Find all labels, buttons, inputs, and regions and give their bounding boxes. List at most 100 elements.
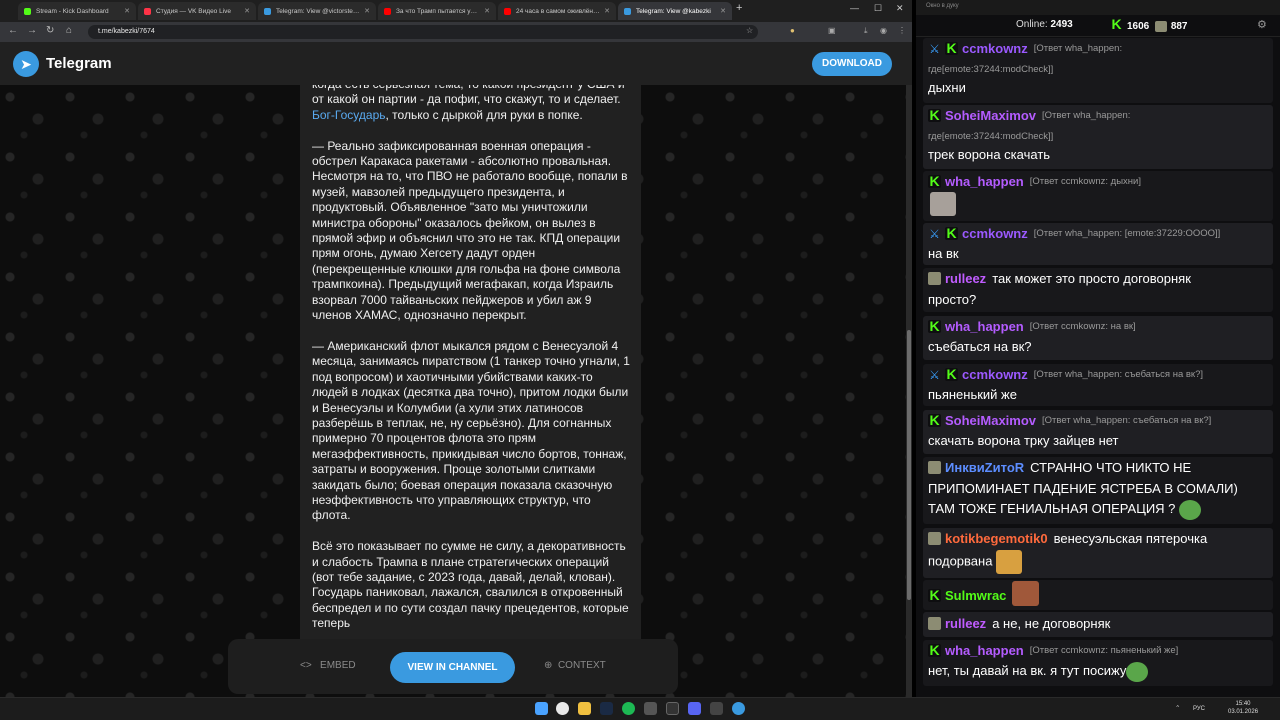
app-icon[interactable] [644, 702, 657, 715]
scrollbar-thumb[interactable] [907, 330, 911, 600]
username[interactable]: ccmkownz [962, 367, 1028, 382]
tray-icons[interactable]: ⌃ [1175, 704, 1180, 712]
chat-message: K SoheiMaximov [Ответ wha_happen: съебатьс… [923, 410, 1273, 454]
obs-icon[interactable] [666, 702, 679, 715]
spotify-icon[interactable] [622, 702, 635, 715]
kick-icon: K [1110, 16, 1123, 32]
message-text: ПРИПОМИНАЕТ ПАДЕНИЕ ЯСТРЕБА В СОМАЛИ) [928, 481, 1238, 496]
message-text: просто? [928, 292, 977, 307]
username[interactable]: kotikbegemotik0 [945, 531, 1048, 546]
language-indicator[interactable]: РУС [1193, 706, 1205, 712]
explorer-icon[interactable] [578, 702, 591, 715]
hashtag-link[interactable]: Бог-Государь [312, 108, 386, 122]
kick-badge-icon: K [945, 225, 958, 241]
username[interactable]: rulleez [945, 271, 986, 286]
username[interactable]: rulleez [945, 616, 986, 631]
kick-badge-icon: K [928, 107, 941, 123]
telegram-icon [264, 7, 271, 15]
message-text: ТАМ ТОЖЕ ГЕНИАЛЬНАЯ ОПЕРАЦИЯ ? [928, 499, 1202, 520]
username[interactable]: SoheiMaximov [945, 413, 1036, 428]
kick-badge-icon: K [928, 412, 941, 428]
clock[interactable]: 15:40 03.01.2026 [1228, 700, 1258, 716]
username[interactable]: ccmkownz [962, 226, 1028, 241]
close-tab-icon[interactable]: ✕ [364, 7, 370, 15]
tab-vk-studio[interactable]: Студия — VK Видео Live ✕ [138, 2, 256, 20]
username[interactable]: ccmkownz [962, 41, 1028, 56]
kick-badge-icon: K [928, 173, 941, 189]
pepe-emote-icon [1126, 661, 1149, 682]
view-in-channel-button[interactable]: VIEW IN CHANNEL [390, 652, 515, 683]
start-icon[interactable] [535, 702, 548, 715]
download-button[interactable]: DOWNLOAD [812, 52, 892, 76]
close-tab-icon[interactable]: ✕ [124, 7, 130, 15]
username[interactable]: Sulmwrac [945, 588, 1006, 603]
close-tab-icon[interactable]: ✕ [244, 7, 250, 15]
url-input[interactable]: t.me/kabezki/7674 [88, 25, 758, 39]
emote-image [996, 550, 1023, 574]
settings-gear-icon[interactable]: ⚙ [1257, 18, 1267, 31]
chat-message: K Sulmwrac [923, 580, 1273, 610]
reload-icon[interactable]: ↻ [46, 25, 54, 36]
message-text: венесуэльская пятерочка [1053, 531, 1208, 546]
username[interactable]: SoheiMaximov [945, 108, 1036, 123]
paragraph: Всё это показывает по сумме не силу, а д… [312, 539, 629, 631]
telegram-icon[interactable] [732, 702, 745, 715]
discord-icon[interactable] [688, 702, 701, 715]
bookmark-star-icon[interactable]: ☆ [746, 26, 753, 35]
chrome-icon[interactable] [556, 702, 569, 715]
message-text: когда есть серьезная тема, то какой през… [312, 85, 632, 645]
message-text: съебаться на вк? [928, 339, 1032, 354]
chat-message: rulleez а не, не договорняк [923, 612, 1273, 637]
new-tab-button[interactable]: + [736, 2, 742, 14]
steam-icon[interactable] [600, 702, 613, 715]
chat-message: kotikbegemotik0 венесуэльская пятерочка п… [923, 528, 1273, 578]
message-text: так может это просто договорняк [992, 271, 1191, 286]
forward-icon[interactable]: → [27, 25, 37, 36]
avatar-badge-icon [928, 532, 941, 545]
chat-message: Kwha_happen [Ответ ccmkownz: пьяненький ж… [923, 640, 1273, 686]
tab-youtube-24h[interactable]: 24 часа в самом оживлённом ✕ [498, 2, 616, 20]
extensions-puzzle-icon[interactable]: ▣ [828, 26, 836, 35]
extension-icon[interactable]: ● [790, 26, 795, 35]
pepe-emote-icon [1179, 499, 1202, 520]
chat-titlebar [916, 0, 1280, 15]
context-button[interactable]: ⊕ CONTEXT [544, 660, 606, 671]
telegram-header [0, 42, 912, 85]
username[interactable]: wha_happen [945, 319, 1024, 334]
tab-telegram-victor[interactable]: Telegram: View @victorstepan ✕ [258, 2, 376, 20]
profile-icon[interactable]: ◉ [880, 26, 887, 35]
close-tab-icon[interactable]: ✕ [604, 7, 610, 15]
embed-button[interactable]: <> EMBED [300, 660, 356, 671]
menu-icon[interactable]: ⋮ [898, 26, 906, 35]
back-icon[interactable]: ← [8, 25, 18, 36]
tab-bar: Stream - Kick Dashboard ✕ Студия — VK Вид… [0, 0, 912, 22]
kick-icon [24, 7, 31, 15]
minimize-button[interactable]: — [850, 3, 859, 13]
chat-message: rulleez так может это просто договорняк п… [923, 268, 1273, 312]
message-text: дыхни [928, 80, 966, 95]
close-tab-icon[interactable]: ✕ [720, 7, 726, 15]
message-text: СТРАННО ЧТО НИКТО НЕ [1030, 460, 1192, 475]
username[interactable]: wha_happen [945, 174, 1024, 189]
close-window-button[interactable]: ✕ [896, 3, 904, 14]
telegram-title[interactable]: Telegram [46, 55, 112, 72]
tab-youtube-trump[interactable]: За что Трамп пытается убить ✕ [378, 2, 496, 20]
download-icon[interactable]: ⤓ [864, 26, 868, 36]
reply-text: [Ответ wha_happen: съебаться на вк?] [1042, 415, 1212, 426]
kick-badge-icon: K [945, 40, 958, 56]
close-tab-icon[interactable]: ✕ [484, 7, 490, 15]
username[interactable]: wha_happen [945, 643, 1024, 658]
app-icon[interactable] [710, 702, 723, 715]
chat-stats-bar [916, 15, 1280, 37]
home-icon[interactable]: ⌂ [66, 25, 72, 36]
address-bar: ← → ↻ ⌂ t.me/kabezki/7674 ☆ ● ▣ ⤓ ◉ ⋮ [0, 22, 912, 42]
reply-text: [Ответ ccmkownz: дыхни] [1029, 176, 1141, 187]
username[interactable]: ИнквиZитоR [945, 460, 1024, 475]
telegram-logo-icon[interactable]: ➤ [13, 51, 39, 77]
paragraph: — Реально зафиксированная военная операц… [312, 138, 628, 323]
tab-kick-dashboard[interactable]: Stream - Kick Dashboard ✕ [18, 2, 136, 20]
maximize-button[interactable]: ☐ [874, 3, 882, 14]
emote-image [1012, 581, 1040, 606]
tab-telegram-kabezki[interactable]: Telegram: View @kabezki ✕ [618, 2, 732, 20]
message-text: а не, не договорняк [992, 616, 1111, 631]
